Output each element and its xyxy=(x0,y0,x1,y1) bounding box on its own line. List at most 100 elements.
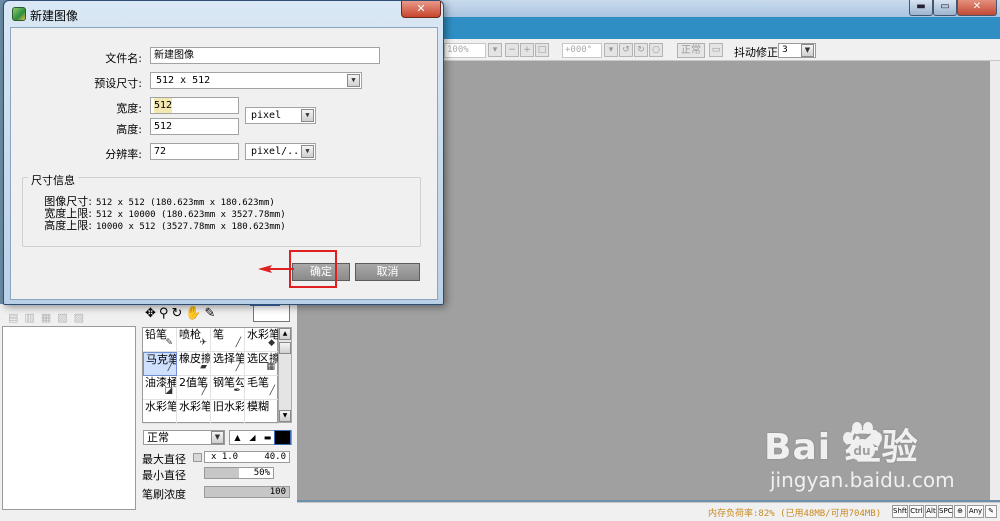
density-slider[interactable]: 100 xyxy=(204,486,290,498)
rotate-view-icon[interactable]: ↻ xyxy=(171,306,185,321)
filename-input[interactable]: 新建图像 xyxy=(150,47,380,64)
brush-old-watercolor[interactable]: 旧水彩 xyxy=(211,400,245,424)
density-value: 100 xyxy=(269,487,286,497)
scroll-thumb[interactable] xyxy=(279,342,291,354)
rotate-left-icon[interactable]: ↺ xyxy=(619,43,633,57)
brush-bucket[interactable]: 油漆桶 ◪ xyxy=(143,376,177,400)
binary-pen-icon: ╱ xyxy=(201,386,207,396)
height-input[interactable]: 512 xyxy=(150,118,239,135)
brush-label: 喷枪 xyxy=(179,328,201,341)
zoom-out-icon[interactable]: − xyxy=(505,43,519,57)
rotate-reset-icon[interactable]: ○ xyxy=(649,43,663,57)
cancel-button[interactable]: 取消 xyxy=(355,263,420,281)
bucket-icon: ◪ xyxy=(164,386,173,396)
dialog-title: 新建图像 xyxy=(30,9,79,23)
height-label: 高度: xyxy=(116,123,142,136)
dialog-titlebar[interactable]: 新建图像 xyxy=(4,1,443,27)
max-size-slider[interactable]: x 1.0 40.0 xyxy=(204,451,290,463)
zoom-field[interactable]: 100% xyxy=(444,43,486,58)
brush-marker[interactable]: 马克笔 ╱ xyxy=(143,352,177,376)
brush-eraser[interactable]: 橡皮擦 ▰ xyxy=(177,352,211,376)
brush-watercolor-2[interactable]: 水彩笔 xyxy=(143,400,177,424)
brush-icon: ╱ xyxy=(269,386,275,396)
flip-icon[interactable]: ▭ xyxy=(709,43,723,57)
alt-key-indicator: Alt xyxy=(925,505,937,518)
chevron-down-icon[interactable]: ▼ xyxy=(279,410,291,422)
brush-watercolor[interactable]: 水彩笔 ◆ xyxy=(245,328,279,352)
watermark-url: jingyan.baidu.com xyxy=(770,468,955,492)
brush-label: 模糊 xyxy=(247,400,269,413)
select-eraser-icon: ▦ xyxy=(266,362,275,372)
size-unit-select[interactable]: pixel ▼ xyxy=(245,107,316,124)
brush-scrollbar[interactable]: ▲ ▼ xyxy=(278,327,292,423)
preset-size-select[interactable]: 512 x 512 ▼ xyxy=(150,72,362,89)
pen-status-icon: ✎ xyxy=(985,505,997,518)
brush-airbrush[interactable]: 喷枪 ✈ xyxy=(177,328,211,352)
dialog-close-button[interactable]: ✕ xyxy=(401,1,441,18)
resolution-unit-value: pixel/... xyxy=(251,146,306,157)
new-folder-icon[interactable]: ▥ xyxy=(24,311,40,324)
brush-select-eraser[interactable]: 选区擦 ▦ xyxy=(245,352,279,376)
brush-ink-pen[interactable]: 钢笔勾 ✒ xyxy=(211,376,245,400)
brush-watercolor-3[interactable]: 水彩笔 xyxy=(177,400,211,424)
dialog-body xyxy=(10,27,438,300)
size-toggle-icon[interactable] xyxy=(193,453,202,462)
min-size-slider[interactable]: 50% xyxy=(204,467,274,479)
paw-logo-icon: du xyxy=(843,422,882,461)
app-maximize-button[interactable]: ▭ xyxy=(933,0,957,16)
brush-calligraphy[interactable]: 毛笔 ╱ xyxy=(245,376,279,400)
chevron-down-icon[interactable]: ▼ xyxy=(347,74,360,87)
width-input[interactable]: 512 xyxy=(150,97,239,114)
mode-normal-button[interactable]: 正常 xyxy=(677,43,705,58)
resolution-input[interactable]: 72 xyxy=(150,143,239,160)
copy-layer-icon[interactable]: ▦ xyxy=(41,311,57,324)
blend-mode-select[interactable]: 正常 ▼ xyxy=(143,430,225,445)
zoom-dropdown-icon[interactable]: ▾ xyxy=(488,43,502,57)
rotate-dropdown-icon[interactable]: ▾ xyxy=(604,43,618,57)
app-minimize-button[interactable]: ▬ xyxy=(909,0,933,16)
shape-square-icon[interactable] xyxy=(274,430,291,445)
move-icon[interactable]: ✥ xyxy=(145,306,159,321)
shape-medium-icon[interactable]: ◢ xyxy=(245,431,260,444)
pencil-icon: ✎ xyxy=(165,338,173,348)
zoom-reset-icon[interactable]: □ xyxy=(535,43,549,57)
merge-layer-icon[interactable]: ▨ xyxy=(74,311,90,324)
brush-blur[interactable]: 模糊 xyxy=(245,400,279,424)
shape-soft-icon[interactable]: ▲ xyxy=(230,431,245,444)
brush-shape-buttons: ▲ ◢ ▬ xyxy=(229,430,292,445)
brush-binary-pen[interactable]: 2值笔 ╱ xyxy=(177,376,211,400)
watercolor-icon: ◆ xyxy=(268,338,275,348)
shape-hard-icon[interactable]: ▬ xyxy=(260,431,275,444)
stabilizer-value: 3 xyxy=(782,45,788,55)
color-swatch[interactable] xyxy=(250,299,290,322)
eyedropper-icon[interactable]: ✎ xyxy=(205,306,219,321)
resolution-unit-select[interactable]: pixel/... ▼ xyxy=(245,143,316,160)
chevron-down-icon[interactable]: ▼ xyxy=(211,431,224,444)
rotate-right-icon[interactable]: ↻ xyxy=(634,43,648,57)
layer-panel[interactable] xyxy=(2,326,136,510)
hand-icon[interactable]: ✋ xyxy=(185,306,204,321)
chevron-down-icon[interactable]: ▼ xyxy=(301,145,314,158)
brush-label: 笔 xyxy=(213,328,224,341)
annotation-highlight-box xyxy=(289,250,337,288)
brush-select-pen[interactable]: 选择笔 ╱ xyxy=(211,352,245,376)
new-layer-icon[interactable]: ▤ xyxy=(8,311,24,324)
brush-pen[interactable]: 笔 ╱ xyxy=(211,328,245,352)
magnifier-icon[interactable]: ⚲ xyxy=(159,306,172,321)
brush-pencil[interactable]: 铅笔 ✎ xyxy=(143,328,177,352)
stabilizer-select[interactable]: 3 ▼ xyxy=(778,43,816,58)
svg-text:du: du xyxy=(853,444,870,458)
width-label: 宽度: xyxy=(116,102,142,115)
brush-label: 铅笔 xyxy=(145,328,167,341)
zoom-in-icon[interactable]: + xyxy=(520,43,534,57)
delete-layer-icon[interactable]: ▧ xyxy=(57,311,73,324)
chevron-down-icon[interactable]: ▼ xyxy=(301,109,314,122)
rotate-field[interactable]: +000° xyxy=(562,43,602,58)
chevron-down-icon[interactable]: ▼ xyxy=(801,44,814,57)
chevron-up-icon[interactable]: ▲ xyxy=(279,328,291,340)
app-menubar xyxy=(440,17,1000,39)
annotation-arrow-icon xyxy=(258,265,294,273)
ink-pen-icon: ✒ xyxy=(233,386,241,396)
height-limit-info: 高度上限: 10000 x 512 (3527.78mm x 180.623mm) xyxy=(38,217,285,233)
app-close-button[interactable]: ✕ xyxy=(957,0,997,16)
